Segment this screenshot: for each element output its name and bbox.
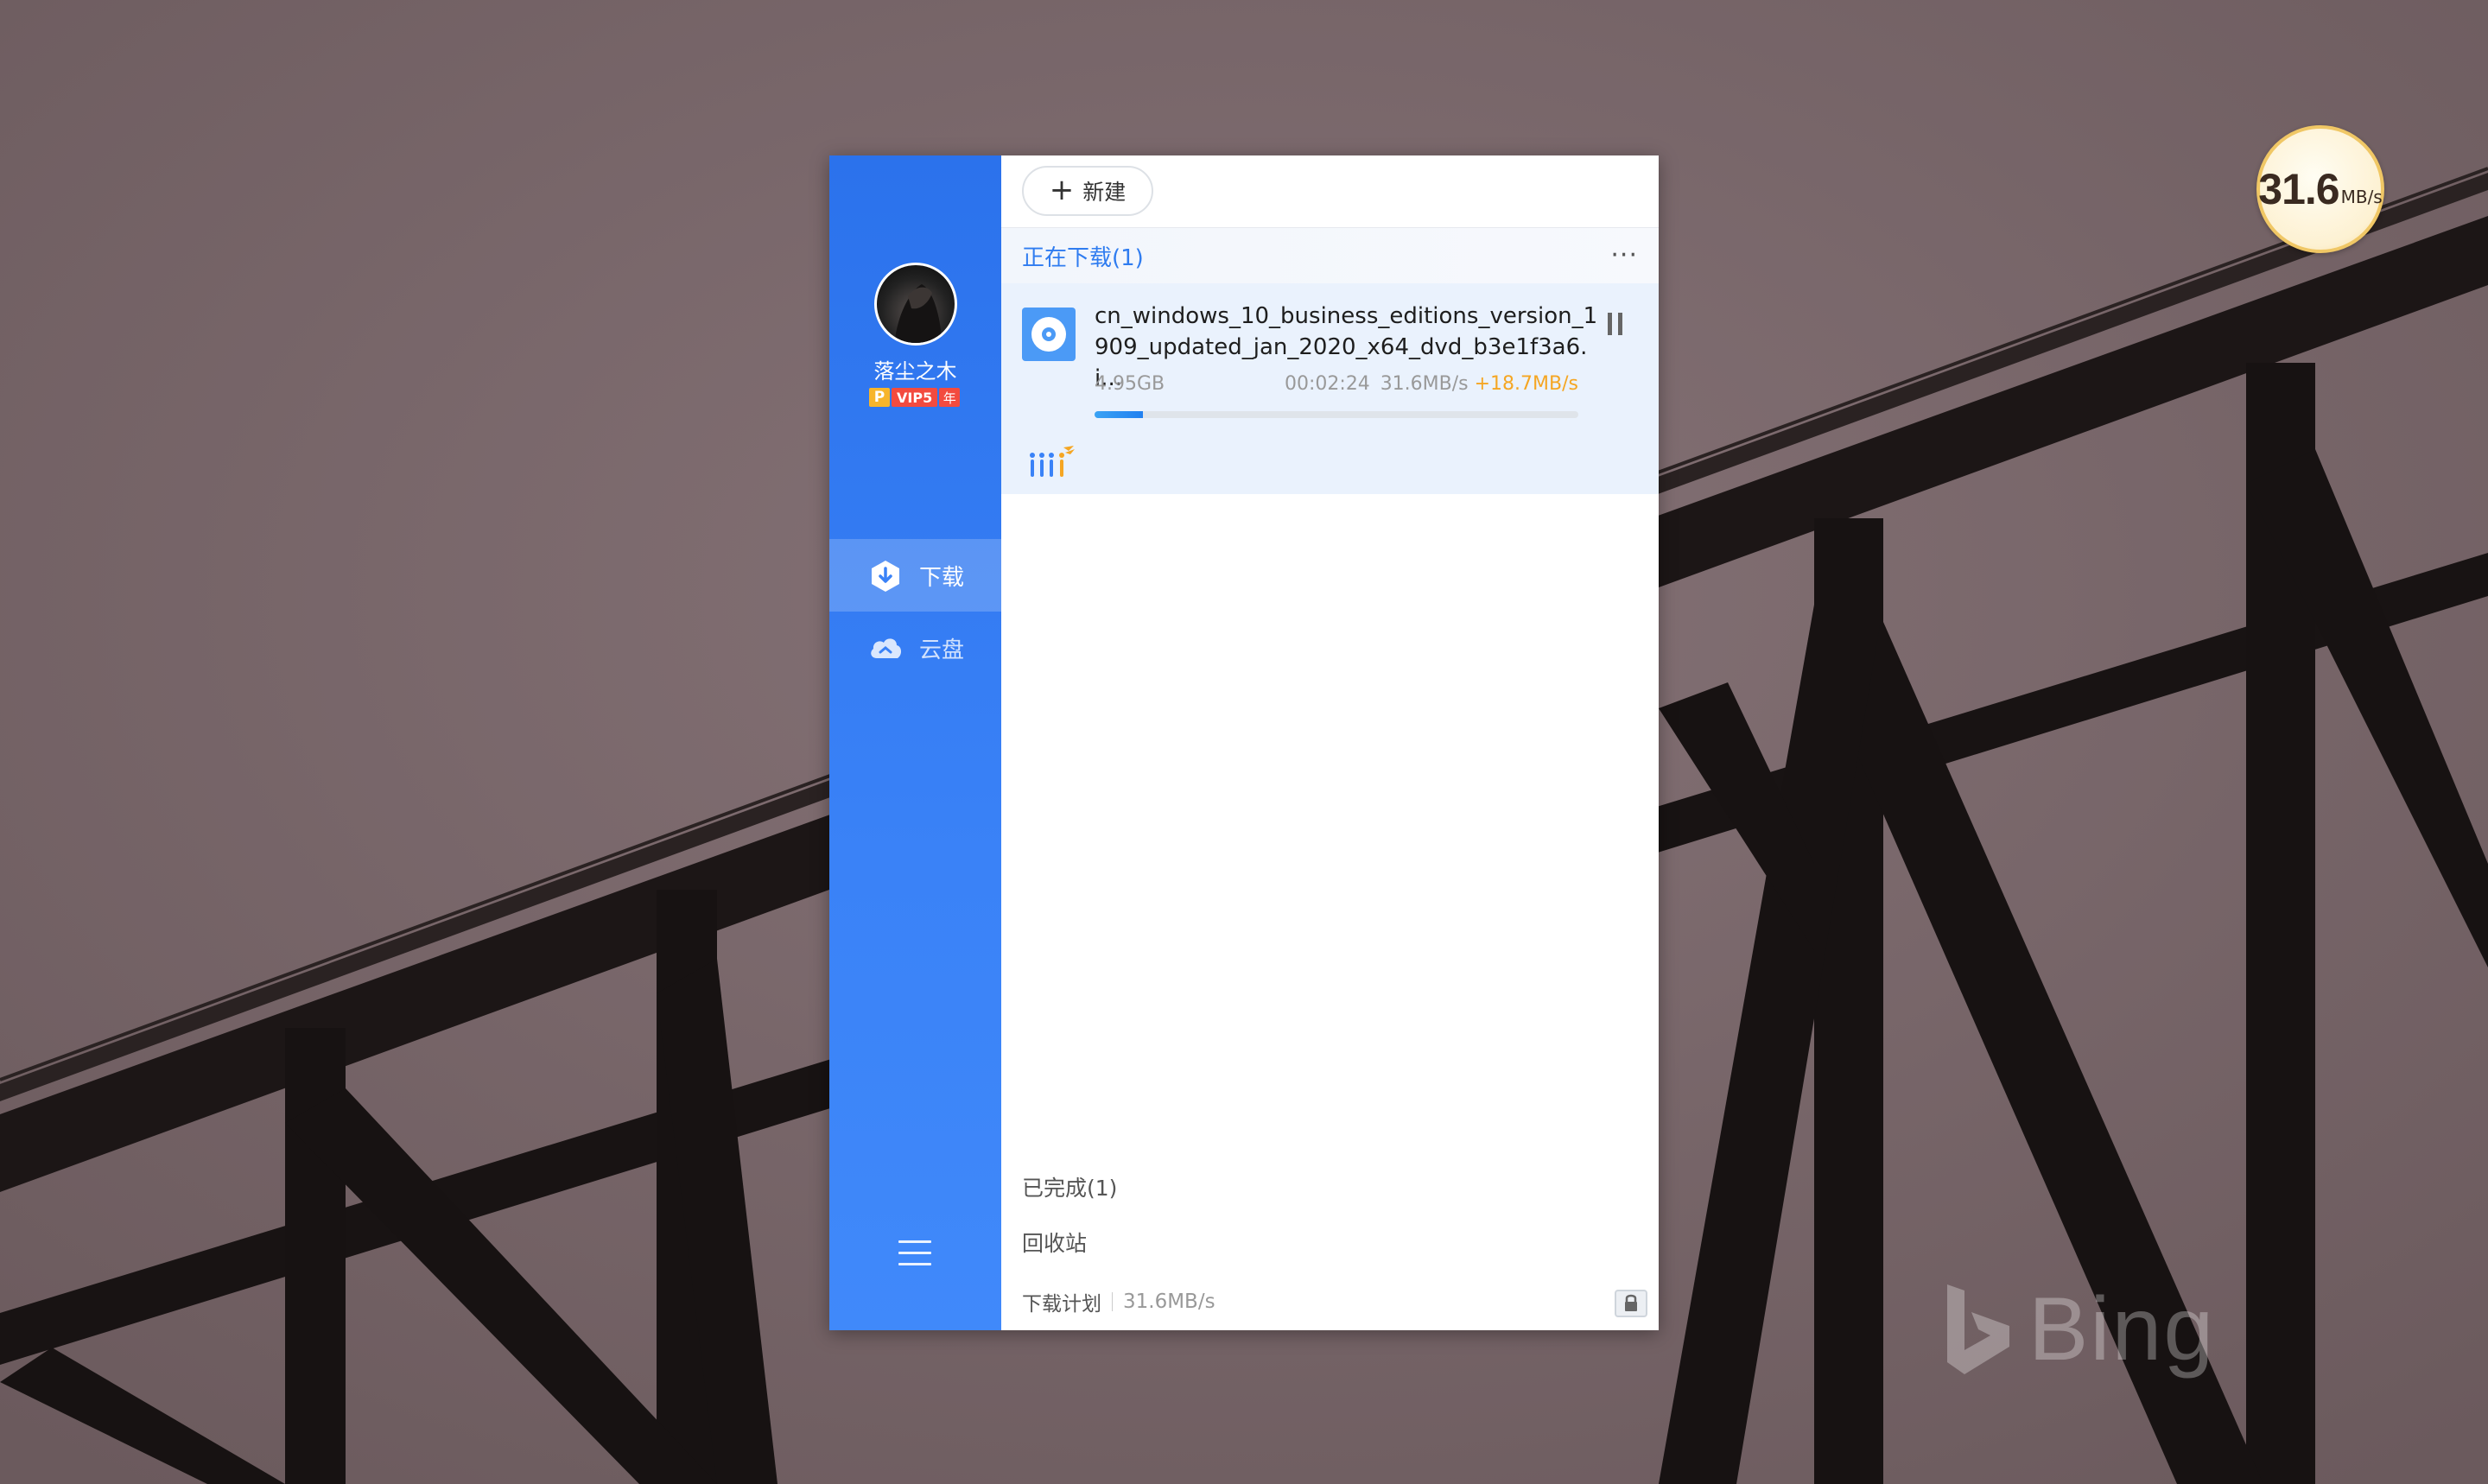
plus-icon: + <box>1049 172 1075 207</box>
downloading-title: 正在下载(1) <box>1022 244 1144 271</box>
new-task-label: 新建 <box>1082 180 1127 205</box>
download-plan-label: 下载计划 <box>1022 1293 1101 1316</box>
bing-watermark: Bing <box>1944 1278 2215 1381</box>
vip-level-badge: VIP5 <box>892 388 938 407</box>
sidebar: 落尘之木 P VIP5 年 下载 云盘 <box>829 155 1001 1330</box>
lock-icon[interactable] <box>1614 1287 1648 1318</box>
downloading-section-header[interactable]: 正在下载(1) ··· <box>1001 228 1659 283</box>
task-boost-speed: +18.7MB/s <box>1474 373 1578 395</box>
nav-item-download-label: 下载 <box>919 564 965 591</box>
recycle-bin[interactable]: 回收站 <box>1022 1227 1087 1258</box>
toolbar: + 新建 <box>1001 155 1659 228</box>
download-task-row[interactable]: cn_windows_10_business_editions_version_… <box>1001 283 1659 494</box>
download-plan-speed: 31.6MB/s <box>1123 1291 1215 1313</box>
hamburger-menu-icon[interactable] <box>898 1240 931 1270</box>
download-icon <box>872 561 899 592</box>
bing-watermark-text: Bing <box>2028 1279 2216 1379</box>
task-size: 4.95GB <box>1095 373 1165 395</box>
main-panel: + 新建 正在下载(1) ··· cn_windows_10_business_… <box>1001 155 1659 1330</box>
download-manager-window: 落尘之木 P VIP5 年 下载 云盘 + 新建 正在下载(1) ··· cn_… <box>829 155 1659 1330</box>
download-plan-row[interactable]: 下载计划 31.6MB/s <box>1022 1287 1215 1316</box>
task-progress-fill <box>1095 411 1143 418</box>
username[interactable]: 落尘之木 <box>829 354 1001 384</box>
speed-ball-value: 31.6 <box>2258 165 2339 213</box>
divider <box>1112 1292 1113 1311</box>
task-speed: 31.6MB/s <box>1380 373 1469 395</box>
new-task-button[interactable]: + 新建 <box>1022 166 1153 216</box>
nav-item-cloud-label: 云盘 <box>919 637 965 663</box>
nav-item-download[interactable]: 下载 <box>829 539 1001 612</box>
task-remaining-time: 00:02:24 <box>1285 373 1370 395</box>
floating-speed-ball[interactable]: 31.6 MB/s <box>2256 125 2384 253</box>
bing-logo-icon <box>1947 1284 2009 1374</box>
completed-section[interactable]: 已完成(1) <box>1022 1171 1117 1202</box>
vip-year-badge: 年 <box>939 388 961 407</box>
nav-item-cloud[interactable]: 云盘 <box>829 612 1001 684</box>
peer-acceleration-icon[interactable] <box>1025 442 1077 480</box>
more-options-icon[interactable]: ··· <box>1610 243 1638 269</box>
avatar[interactable] <box>874 263 957 346</box>
cloud-icon <box>871 638 902 658</box>
vip-badge[interactable]: P VIP5 年 <box>869 387 961 408</box>
avatar-image <box>894 284 943 343</box>
pause-icon[interactable] <box>1608 313 1627 337</box>
disc-icon <box>1022 308 1076 361</box>
vip-p-badge: P <box>869 388 890 407</box>
task-speed-group: 31.6MB/s +18.7MB/s <box>1380 373 1578 395</box>
speed-ball-unit: MB/s <box>2340 187 2383 207</box>
task-progress-bar <box>1095 411 1578 418</box>
